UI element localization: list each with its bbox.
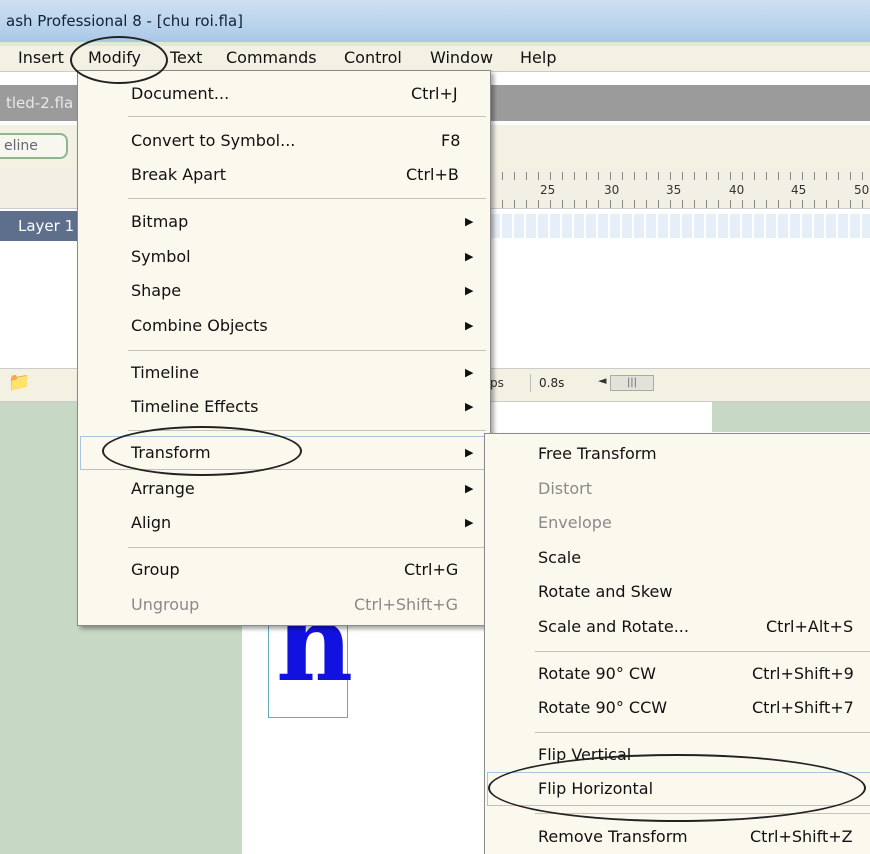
menu-item-timeline[interactable]: Timeline ▶: [131, 358, 476, 388]
menu-separator: [535, 732, 870, 733]
menu-item-label: Timeline Effects: [131, 397, 259, 416]
menu-item-rotate-and-skew[interactable]: Rotate and Skew: [538, 577, 868, 607]
document-tab[interactable]: tled-2.fla: [0, 90, 78, 116]
ruler-number: 40: [729, 183, 745, 197]
timeline-tab[interactable]: eline: [0, 133, 68, 159]
menu-item-shape[interactable]: Shape ▶: [131, 276, 476, 306]
menu-window[interactable]: Window: [424, 48, 499, 68]
menu-item-combine-objects[interactable]: Combine Objects ▶: [131, 311, 476, 341]
menu-item-label: Symbol: [131, 247, 191, 266]
menu-item-bitmap[interactable]: Bitmap ▶: [131, 207, 476, 237]
menu-item-align[interactable]: Align ▶: [131, 508, 476, 538]
menu-item-rotate-90-ccw[interactable]: Rotate 90° CCW Ctrl+Shift+7: [538, 693, 868, 723]
menu-item-label: Rotate 90° CCW: [538, 698, 668, 717]
ruler-number: 35: [666, 183, 682, 197]
submenu-arrow-icon: ▶: [465, 366, 474, 379]
menu-commands[interactable]: Commands: [220, 48, 323, 68]
menu-item-timeline-effects[interactable]: Timeline Effects ▶: [131, 392, 476, 422]
submenu-arrow-icon: ▶: [465, 319, 474, 332]
menu-item-rotate-90-cw[interactable]: Rotate 90° CW Ctrl+Shift+9: [538, 659, 868, 689]
add-layer-folder-icon[interactable]: 📁: [8, 372, 30, 393]
menu-item-envelope[interactable]: Envelope: [538, 508, 868, 538]
submenu-arrow-icon: ▶: [465, 482, 474, 495]
menu-item-free-transform[interactable]: Free Transform: [538, 439, 868, 469]
menu-item-label: Shape: [131, 281, 182, 300]
ruler-number: 30: [604, 183, 620, 197]
menu-item-shortcut: Ctrl+Shift+7: [752, 698, 854, 717]
workspace-pasteboard-right: [712, 402, 870, 432]
menu-control[interactable]: Control: [338, 48, 408, 68]
menu-item-break-apart[interactable]: Break Apart Ctrl+B: [131, 160, 471, 190]
menu-item-distort[interactable]: Distort: [538, 474, 868, 504]
menu-item-symbol[interactable]: Symbol ▶: [131, 242, 476, 272]
timeline-scrollbar-thumb[interactable]: |||: [610, 375, 654, 391]
menu-item-label: Remove Transform: [538, 827, 688, 846]
modify-menu: Document... Ctrl+J Convert to Symbol... …: [77, 70, 491, 626]
annotation-ellipse-modify: [70, 36, 168, 84]
menu-item-remove-transform[interactable]: Remove Transform Ctrl+Shift+Z: [538, 822, 868, 852]
menu-item-scale-and-rotate[interactable]: Scale and Rotate... Ctrl+Alt+S: [538, 612, 868, 642]
menu-item-label: Break Apart: [131, 165, 226, 184]
menu-item-group[interactable]: Group Ctrl+G: [131, 555, 471, 585]
submenu-arrow-icon: ▶: [465, 516, 474, 529]
layer-name[interactable]: Layer 1: [0, 211, 80, 241]
menu-separator: [128, 547, 486, 548]
menu-item-label: Scale and Rotate...: [538, 617, 689, 636]
menu-item-label: Rotate 90° CW: [538, 664, 656, 683]
menu-item-shortcut: Ctrl+Shift+Z: [750, 827, 853, 846]
menu-item-label: Scale: [538, 548, 582, 567]
menu-item-label: Free Transform: [538, 444, 657, 463]
submenu-arrow-icon: ▶: [465, 400, 474, 413]
window-title: ash Professional 8 - [chu roi.fla]: [6, 12, 244, 30]
scroll-left-icon[interactable]: ◄: [598, 374, 606, 387]
menu-item-label: Distort: [538, 479, 593, 498]
submenu-arrow-icon: ▶: [465, 446, 474, 459]
menu-item-label: Envelope: [538, 513, 612, 532]
ruler-number: 25: [540, 183, 556, 197]
menu-item-label: Rotate and Skew: [538, 582, 673, 601]
menu-item-shortcut: Ctrl+Alt+S: [766, 617, 854, 636]
elapsed-time-readout: 0.8s: [530, 374, 572, 392]
menu-item-shortcut: Ctrl+Shift+G: [354, 595, 459, 614]
menu-help[interactable]: Help: [514, 48, 562, 68]
ruler-number: 45: [791, 183, 807, 197]
menu-item-label: Align: [131, 513, 172, 532]
menu-item-label: Timeline: [131, 363, 200, 382]
menu-separator: [128, 198, 486, 199]
menu-item-scale[interactable]: Scale: [538, 543, 868, 573]
menu-item-label: Document...: [131, 84, 230, 103]
ruler-ticks-bottom: [490, 200, 870, 208]
annotation-ellipse-transform: [102, 426, 302, 476]
menu-item-shortcut: Ctrl+B: [406, 165, 459, 184]
submenu-arrow-icon: ▶: [465, 284, 474, 297]
menu-item-shortcut: Ctrl+G: [404, 560, 459, 579]
ruler-number: 50: [854, 183, 870, 197]
menu-item-shortcut: F8: [441, 131, 461, 150]
menu-item-shortcut: Ctrl+Shift+9: [752, 664, 854, 683]
menu-separator: [535, 651, 870, 652]
menu-insert[interactable]: Insert: [12, 48, 70, 68]
menu-text[interactable]: Text: [164, 48, 208, 68]
frame-cells[interactable]: [490, 214, 870, 238]
submenu-arrow-icon: ▶: [465, 215, 474, 228]
menu-item-label: Ungroup: [131, 595, 200, 614]
menu-item-document[interactable]: Document... Ctrl+J: [131, 79, 471, 109]
submenu-arrow-icon: ▶: [465, 250, 474, 263]
menu-item-label: Combine Objects: [131, 316, 268, 335]
menu-item-shortcut: Ctrl+J: [411, 84, 458, 103]
menu-item-label: Arrange: [131, 479, 195, 498]
menu-item-label: Bitmap: [131, 212, 189, 231]
menu-separator: [128, 116, 486, 117]
menu-item-convert-to-symbol[interactable]: Convert to Symbol... F8: [131, 126, 471, 156]
menu-item-ungroup[interactable]: Ungroup Ctrl+Shift+G: [131, 590, 471, 620]
annotation-ellipse-flip-horizontal: [488, 754, 866, 822]
menu-separator: [128, 350, 486, 351]
menu-item-label: Convert to Symbol...: [131, 131, 296, 150]
menu-item-arrange[interactable]: Arrange ▶: [131, 474, 476, 504]
ruler-ticks-top: [490, 172, 870, 180]
fps-readout: ps: [490, 376, 504, 390]
menu-item-label: Group: [131, 560, 180, 579]
